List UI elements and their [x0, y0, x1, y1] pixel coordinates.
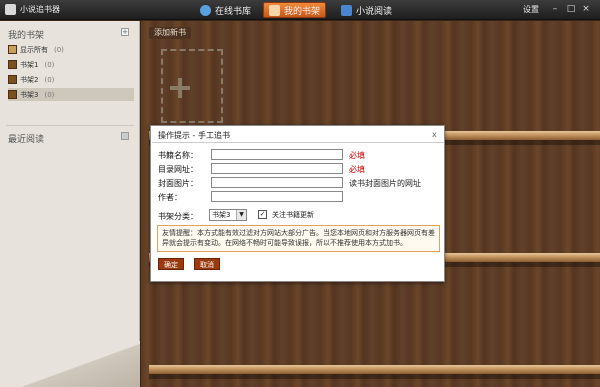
tab-online-library[interactable]: 在线书库: [195, 2, 256, 18]
my-shelf-title: 我的书架: [8, 31, 45, 41]
sidebar-item-shelf2[interactable]: 书架2 (0): [8, 73, 134, 86]
app-logo-icon: [5, 4, 16, 15]
add-shelf-button[interactable]: +: [121, 28, 129, 36]
sidebar-item-count: (0): [54, 45, 64, 54]
settings-link[interactable]: 设置: [523, 4, 539, 15]
sidebar-item-label: 显示所有: [20, 45, 48, 54]
sidebar-item-count: (0): [44, 75, 55, 84]
page-curl-decoration: [0, 341, 140, 387]
shelf-icon: [8, 75, 17, 84]
tab-label: 在线书库: [215, 6, 252, 17]
author-input[interactable]: [211, 191, 343, 202]
shelf-icon: [269, 4, 280, 16]
follow-update-label: 关注书籍更新: [272, 211, 314, 219]
dialog-close-button[interactable]: x: [432, 130, 437, 139]
sidebar-item-count: (0): [44, 90, 55, 99]
catalog-url-label: 目录网址：: [158, 165, 198, 174]
plus-icon: [170, 86, 190, 90]
confirm-button[interactable]: 确定: [158, 258, 184, 270]
book-icon: [341, 4, 352, 16]
tab-novel-reading[interactable]: 小说阅读: [336, 2, 397, 18]
tab-label: 我的书架: [284, 6, 321, 17]
cover-image-hint: 读书封面图片的网址: [349, 179, 421, 188]
shelf-shadow: [149, 374, 600, 379]
app-title: 小说追书器: [20, 5, 60, 14]
divider: [6, 125, 134, 126]
sidebar-item-count: (0): [44, 60, 55, 69]
sidebar-item-shelf1[interactable]: 书架1 (0): [8, 58, 134, 71]
dialog-divider: [152, 142, 444, 143]
sidebar-item-label: 书架3: [20, 90, 39, 99]
cover-image-label: 封面图片：: [158, 179, 198, 188]
tab-label: 小说阅读: [356, 6, 393, 17]
follow-update-checkbox[interactable]: ✓: [258, 210, 267, 219]
book-name-input[interactable]: [211, 149, 343, 160]
cover-image-input[interactable]: [211, 177, 343, 188]
catalog-url-input[interactable]: [211, 163, 343, 174]
shelf-icon: [8, 45, 17, 54]
chevron-down-icon: ▼: [236, 210, 246, 220]
required-note: 必填: [349, 151, 365, 160]
sidebar: 我的书架 + 显示所有 (0) 书架1 (0) 书架2 (0) 书架3 (0) …: [0, 21, 140, 387]
notice-box: 友情提醒：本方式能有效过滤对方网站大部分广告。当您本地网页和对方服务器网页有差异…: [157, 225, 440, 252]
category-label: 书架分类：: [158, 212, 198, 221]
minimize-button[interactable]: –: [549, 4, 561, 15]
sidebar-item-label: 书架2: [20, 75, 39, 84]
category-select[interactable]: 书架3 ▼: [209, 209, 247, 221]
add-new-book-button[interactable]: 添加新书: [149, 27, 191, 39]
sidebar-item-label: 书架1: [20, 60, 39, 69]
shelf-icon: [8, 60, 17, 69]
cancel-button[interactable]: 取消: [194, 258, 220, 270]
recent-toggle-icon[interactable]: [121, 132, 129, 140]
globe-icon: [200, 4, 211, 16]
shelf-icon: [8, 90, 17, 99]
title-bar: 小说追书器 在线书库 我的书架 小说阅读 设置 – □ ×: [0, 0, 600, 20]
manual-follow-dialog: 操作提示 - 手工追书 x 书籍名称： 必填 目录网址： 必填 封面图片： 读书…: [150, 125, 445, 282]
sidebar-item-all[interactable]: 显示所有 (0): [8, 43, 134, 56]
maximize-button[interactable]: □: [565, 4, 577, 15]
tab-my-shelf[interactable]: 我的书架: [263, 2, 327, 18]
close-button[interactable]: ×: [580, 4, 592, 15]
category-selected-value: 书架3: [212, 211, 231, 219]
required-note: 必填: [349, 165, 365, 174]
shelf-board: [149, 365, 600, 374]
author-label: 作者：: [158, 193, 182, 202]
recent-reading-title: 最近阅读: [8, 135, 45, 145]
dialog-title: 操作提示 - 手工追书: [158, 131, 230, 140]
sidebar-item-shelf3[interactable]: 书架3 (0): [8, 88, 134, 101]
book-name-label: 书籍名称：: [158, 151, 198, 160]
